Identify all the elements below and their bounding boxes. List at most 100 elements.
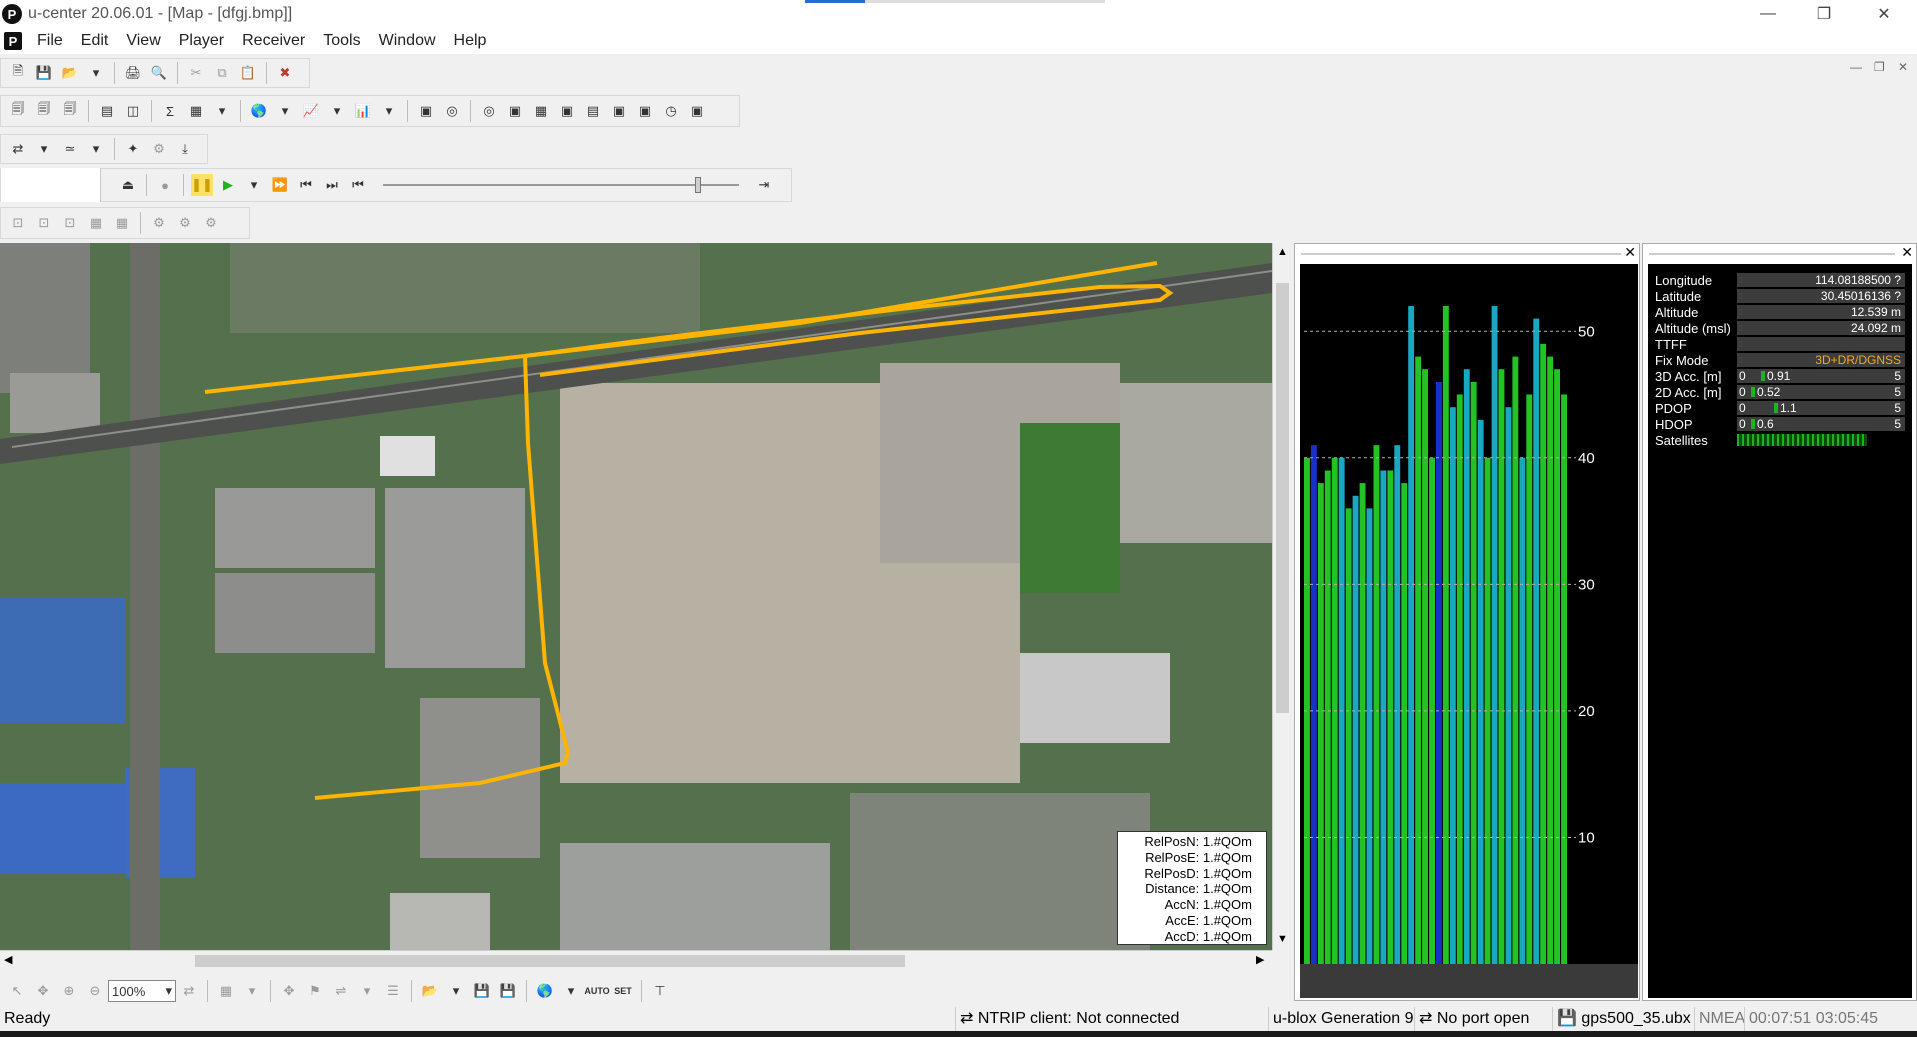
position-marker-icon[interactable]: ⚑ (304, 980, 326, 1002)
paste-icon[interactable]: 📋 (237, 62, 259, 84)
dropdown-arrow-icon[interactable]: ▾ (243, 174, 265, 196)
autobaud-wand-icon[interactable]: ✦ (122, 138, 144, 160)
save-map-icon[interactable]: 💾 (471, 980, 493, 1002)
dropdown-arrow-icon[interactable]: ▾ (326, 100, 348, 122)
gear-icon[interactable]: ⚙ (148, 212, 170, 234)
zoom-out-icon[interactable]: ⊖ (84, 980, 106, 1002)
satellite-summary-icon[interactable]: ▣ (686, 100, 708, 122)
open-folder-icon[interactable]: 📂 (59, 62, 81, 84)
deviation-map-icon[interactable]: ◎ (478, 100, 500, 122)
horizontal-scroll-thumb[interactable] (195, 955, 905, 967)
table-view-icon[interactable]: ▦ (185, 100, 207, 122)
record-icon[interactable]: ● (154, 174, 176, 196)
text-console-icon[interactable]: ▤ (96, 100, 118, 122)
dropdown-arrow-icon[interactable]: ▾ (241, 980, 263, 1002)
mdi-close-button[interactable]: ✕ (1898, 60, 1908, 74)
signal-bars-icon[interactable]: ▦ (530, 100, 552, 122)
data-view-icon[interactable]: ▤ (582, 100, 604, 122)
dropdown-arrow-icon[interactable]: ▾ (445, 980, 467, 1002)
pan-icon[interactable]: ✥ (32, 980, 54, 1002)
menu-edit[interactable]: Edit (72, 32, 118, 50)
dropdown-arrow-icon[interactable]: ▾ (356, 980, 378, 1002)
dropdown-arrow-icon[interactable]: ▾ (378, 100, 400, 122)
dropdown-arrow-icon[interactable]: ▾ (560, 980, 582, 1002)
jump-to-end-icon[interactable]: ⇥ (753, 174, 775, 196)
close-button[interactable]: ✕ (1856, 0, 1912, 28)
cut-icon[interactable]: ✂ (185, 62, 207, 84)
restore-button[interactable]: ❐ (1796, 0, 1852, 28)
zoom-select[interactable]: 100% ▾ (108, 980, 176, 1002)
delete-log-icon[interactable]: ✖ (274, 62, 296, 84)
menu-view[interactable]: View (117, 32, 169, 50)
map-horizontal-scrollbar[interactable]: ◀ ▶ (0, 950, 1272, 970)
menu-help[interactable]: Help (445, 32, 496, 50)
speed-view-icon[interactable]: ▣ (608, 100, 630, 122)
menu-tools[interactable]: Tools (314, 32, 369, 50)
dropdown-arrow-icon[interactable]: ▾ (85, 138, 107, 160)
speed-icon[interactable]: ⇌ (330, 980, 352, 1002)
world-view-icon[interactable]: ▣ (634, 100, 656, 122)
save-image-icon[interactable]: 💾 (497, 980, 519, 1002)
mdi-restore-button[interactable]: ❐ (1874, 60, 1885, 74)
statistic-view-icon[interactable]: Σ (159, 100, 181, 122)
map-view-icon[interactable]: 🌎 (248, 100, 270, 122)
minimize-button[interactable]: — (1740, 0, 1796, 28)
mdi-minimize-button[interactable]: — (1850, 60, 1862, 74)
print-icon[interactable]: 🖨 (122, 62, 144, 84)
playback-slider[interactable] (383, 175, 739, 195)
packet-view-icon[interactable]: 🗐 (33, 100, 55, 122)
fast-forward-icon[interactable]: ⏩ (269, 174, 291, 196)
rewind-to-start-icon[interactable]: ⏮ (347, 174, 369, 196)
sky-view-icon[interactable]: ◎ (441, 100, 463, 122)
new-file-icon[interactable]: 🗎 (7, 62, 29, 84)
histogram-view-icon[interactable]: 📊 (352, 100, 374, 122)
copy-icon[interactable]: ⧉ (211, 62, 233, 84)
debug-bug-icon[interactable]: ⚙ (148, 138, 170, 160)
step-back-icon[interactable]: ⏮ (295, 174, 317, 196)
close-icon[interactable]: ✕ (1624, 244, 1636, 261)
gear-icon[interactable]: ⚙ (174, 212, 196, 234)
slider-thumb[interactable] (695, 177, 701, 193)
open-map-icon[interactable]: 📂 (419, 980, 441, 1002)
set-reference-icon[interactable]: SET (612, 980, 634, 1002)
sensor-h-icon[interactable]: ⊡ (7, 212, 29, 234)
sensor-c-icon[interactable]: ⊡ (59, 212, 81, 234)
show-history-icon[interactable]: ☰ (382, 980, 404, 1002)
binary-view-icon[interactable]: 🗐 (59, 100, 81, 122)
menu-player[interactable]: Player (170, 32, 233, 50)
map-layer-icon[interactable]: ▦ (215, 980, 237, 1002)
grid-settings-icon[interactable]: ▦ (111, 212, 133, 234)
scale-icon[interactable]: ⊤ (649, 980, 671, 1002)
grid-config-icon[interactable]: ▦ (85, 212, 107, 234)
dropdown-arrow-icon[interactable]: ▾ (274, 100, 296, 122)
baudrate-icon[interactable]: ≃ (59, 138, 81, 160)
online-map-icon[interactable]: 🌎 (534, 980, 556, 1002)
center-position-icon[interactable]: ✥ (278, 980, 300, 1002)
download-icon[interactable]: ⤓ (174, 138, 196, 160)
play-icon[interactable]: ▶ (217, 174, 239, 196)
fit-view-icon[interactable]: ⇄ (178, 980, 200, 1002)
menu-window[interactable]: Window (370, 32, 445, 50)
zoom-in-icon[interactable]: ⊕ (58, 980, 80, 1002)
camera-view-icon[interactable]: ▣ (415, 100, 437, 122)
satellite-level-icon[interactable]: ▣ (556, 100, 578, 122)
clock-view-icon[interactable]: ◷ (660, 100, 682, 122)
scroll-up-icon[interactable]: ▲ (1277, 246, 1288, 258)
pause-icon[interactable]: ❚❚ (191, 174, 213, 196)
print-preview-icon[interactable]: 🔍 (148, 62, 170, 84)
connection-icon[interactable]: ⇄ (7, 138, 29, 160)
auto-center-icon[interactable]: AUTO (584, 980, 609, 1002)
gear-icon[interactable]: ⚙ (200, 212, 222, 234)
compass-view-icon[interactable]: ▣ (504, 100, 526, 122)
map-vertical-scrollbar[interactable]: ▲ ▼ (1272, 243, 1292, 950)
menu-file[interactable]: File (28, 32, 72, 50)
scroll-down-icon[interactable]: ▼ (1277, 933, 1288, 945)
chart-view-icon[interactable]: 📈 (300, 100, 322, 122)
eject-icon[interactable]: ⏏ (117, 174, 139, 196)
pointer-icon[interactable]: ↖ (6, 980, 28, 1002)
scroll-left-icon[interactable]: ◀ (4, 953, 12, 966)
close-icon[interactable]: ✕ (1901, 244, 1913, 261)
save-icon[interactable]: 💾 (33, 62, 55, 84)
docking-window-icon[interactable]: ◫ (122, 100, 144, 122)
dropdown-arrow-icon[interactable]: ▾ (211, 100, 233, 122)
